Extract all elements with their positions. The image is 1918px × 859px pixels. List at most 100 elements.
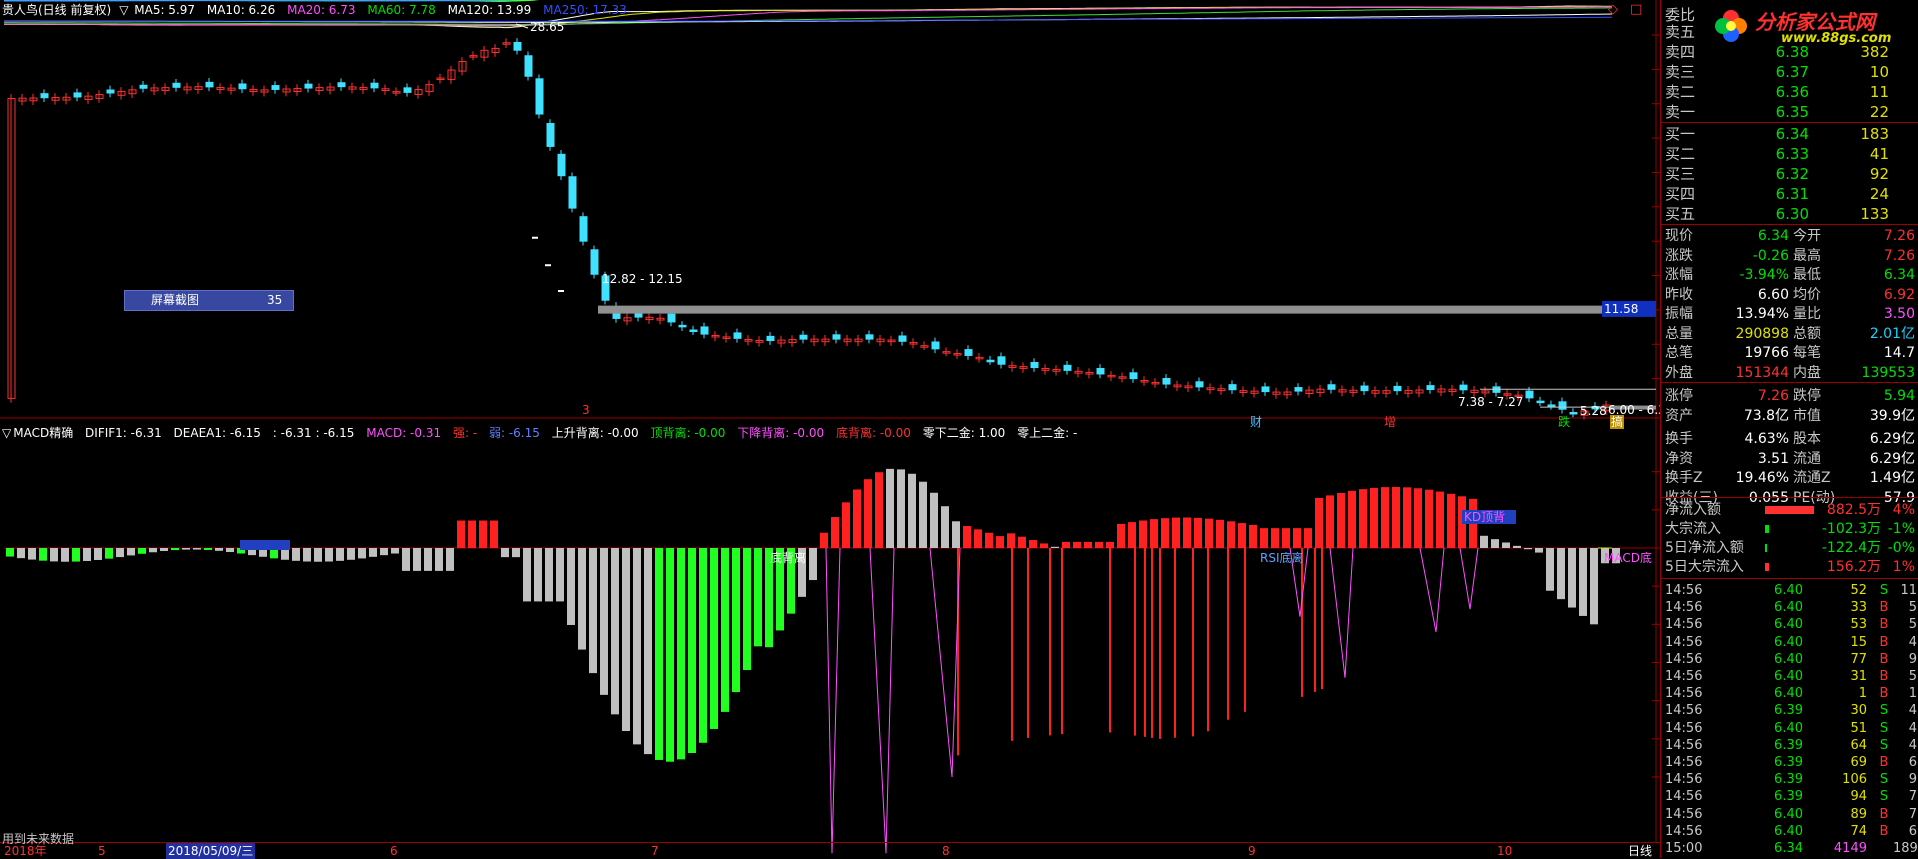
tick-direction: B	[1879, 823, 1889, 839]
macd-bar	[1194, 517, 1202, 548]
candle-body	[733, 332, 742, 339]
range1-annotation: 12.82 - 12.15	[602, 272, 683, 286]
macd-bar	[424, 548, 432, 571]
tick-time: 14:56	[1665, 583, 1703, 598]
sell-row[interactable]: 卖四 6.38 382	[1661, 42, 1918, 62]
macd-bar	[325, 548, 333, 562]
tick-count: 5	[1908, 669, 1917, 684]
sell-price: 6.37	[1775, 63, 1809, 81]
buy-row[interactable]: 买一 6.34 183	[1661, 124, 1918, 144]
tick-price: 6.39	[1774, 789, 1803, 805]
tick-row[interactable]: 14:56 6.40 51 S 4	[1661, 719, 1918, 738]
tick-row[interactable]: 14:56 6.39 30 S 4	[1661, 701, 1918, 720]
candle-body	[172, 82, 181, 88]
sell-row[interactable]: 卖一 6.35 22	[1661, 102, 1918, 122]
tick-row[interactable]: 14:56 6.40 33 B 5	[1661, 598, 1918, 617]
tick-row[interactable]: 14:56 6.40 74 B 6	[1661, 822, 1918, 841]
flow-percent: -1%	[1887, 521, 1915, 537]
tick-row[interactable]: 14:56 6.40 1 B 1	[1661, 684, 1918, 703]
tick-time: 14:56	[1665, 600, 1703, 616]
buy-row[interactable]: 买二 6.33 41	[1661, 144, 1918, 164]
buy-volume: 183	[1860, 125, 1889, 143]
macd-dropdown-icon[interactable]: ▽	[2, 426, 11, 440]
tick-row[interactable]: 14:56 6.39 94 S 7	[1661, 787, 1918, 806]
macd-bar	[1502, 542, 1510, 548]
macd-bar	[1249, 524, 1257, 548]
candle-body	[832, 334, 841, 340]
macd-bar	[1480, 535, 1488, 548]
tick-row[interactable]: 15:00 6.34 4149 189	[1661, 839, 1918, 858]
macd-bar	[1436, 491, 1444, 548]
tick-volume: 33	[1850, 600, 1867, 616]
buy-price: 6.32	[1775, 165, 1809, 183]
time-period[interactable]: 日线	[1628, 843, 1652, 859]
macd-bar	[545, 548, 553, 602]
tick-volume: 31	[1850, 669, 1867, 684]
macd-strong: 强: -	[452, 426, 478, 440]
flow-bar	[1765, 506, 1814, 514]
macd-bar	[1128, 522, 1136, 548]
tick-row[interactable]: 14:56 6.39 106 S 9	[1661, 770, 1918, 789]
candle-body	[370, 82, 379, 89]
macd-bar	[39, 548, 47, 561]
sell-row[interactable]: 卖五	[1661, 22, 1918, 42]
quote-value: 6.92	[1883, 286, 1915, 303]
tick-row[interactable]: 14:56 6.40 53 B 5	[1661, 615, 1918, 634]
diamond-icon[interactable]: ◇	[1608, 2, 1618, 17]
tick-row[interactable]: 14:56 6.40 89 B 7	[1661, 805, 1918, 824]
candle-body	[634, 312, 643, 318]
tick-time: 14:56	[1665, 789, 1703, 805]
macd-bar	[391, 548, 399, 554]
flow-label: 净流入额	[1665, 502, 1721, 518]
macd-bar	[50, 548, 58, 562]
macd-bar	[600, 548, 608, 695]
macd-bar	[369, 548, 377, 557]
flow-percent: 1%	[1892, 559, 1915, 575]
macd-bar	[226, 548, 234, 553]
event-marker: 3	[582, 403, 590, 417]
candle-body	[1569, 411, 1578, 415]
buy-row[interactable]: 买三 6.32 92	[1661, 164, 1918, 184]
quote-row: 昨收 6.60 均价 6.92	[1661, 285, 1918, 305]
candle-body	[535, 78, 544, 115]
buy-row[interactable]: 买四 6.31 24	[1661, 184, 1918, 204]
tick-count: 9	[1908, 651, 1917, 667]
quote-value: 290898	[1735, 325, 1789, 342]
macd-bar	[699, 548, 707, 743]
screenshot-box[interactable]: 屏幕截图 35	[124, 290, 294, 311]
candle-body	[205, 81, 214, 88]
flow-amount: -122.4万	[1821, 540, 1881, 556]
sell-row[interactable]: 卖二 6.36 11	[1661, 82, 1918, 102]
dropdown-icon[interactable]: ▽	[119, 3, 128, 17]
square-icon[interactable]: □	[1630, 2, 1642, 17]
candle-body	[986, 359, 995, 363]
tick-time: 15:00	[1665, 841, 1703, 856]
quote-row: 外盘 151344 内盘 139553	[1661, 363, 1918, 383]
tick-count: 5	[1908, 600, 1917, 616]
tick-direction: B	[1879, 806, 1889, 822]
tick-row[interactable]: 14:56 6.40 77 B 9	[1661, 650, 1918, 669]
macd-bar	[1139, 520, 1147, 548]
tick-volume: 30	[1850, 703, 1867, 719]
buy-row[interactable]: 买五 6.30 133	[1661, 204, 1918, 224]
tick-row[interactable]: 14:56 6.40 15 B 4	[1661, 633, 1918, 652]
tick-row[interactable]: 14:56 6.39 64 S 4	[1661, 736, 1918, 755]
quote-row: 换手Z 19.46% 流通Z 1.49亿	[1661, 468, 1918, 488]
sell-volume: 382	[1860, 43, 1889, 61]
tick-row[interactable]: 14:56 6.39 69 B 6	[1661, 753, 1918, 772]
candle-body	[1195, 381, 1204, 388]
buy-price: 6.33	[1775, 145, 1809, 163]
low-annotation: 5.28	[1580, 404, 1607, 418]
kd-top-label: KD顶背	[1464, 510, 1505, 524]
sell-row[interactable]: 卖三 6.37 10	[1661, 62, 1918, 82]
sell-label: 卖五	[1665, 23, 1696, 41]
quote-value: 3.51	[1757, 450, 1789, 467]
quote-value: 7.26	[1883, 247, 1915, 264]
macd-bar	[347, 548, 355, 560]
tick-row[interactable]: 14:56 6.40 52 S 11	[1661, 581, 1918, 600]
chart-area[interactable]: 28.0026.0024.0022.0020.0018.0016.0014.00…	[0, 0, 1660, 859]
macd-bar	[974, 529, 982, 548]
candle-body	[1547, 404, 1556, 407]
tick-row[interactable]: 14:56 6.40 31 B 5	[1661, 667, 1918, 686]
macd-bar	[1337, 492, 1345, 548]
